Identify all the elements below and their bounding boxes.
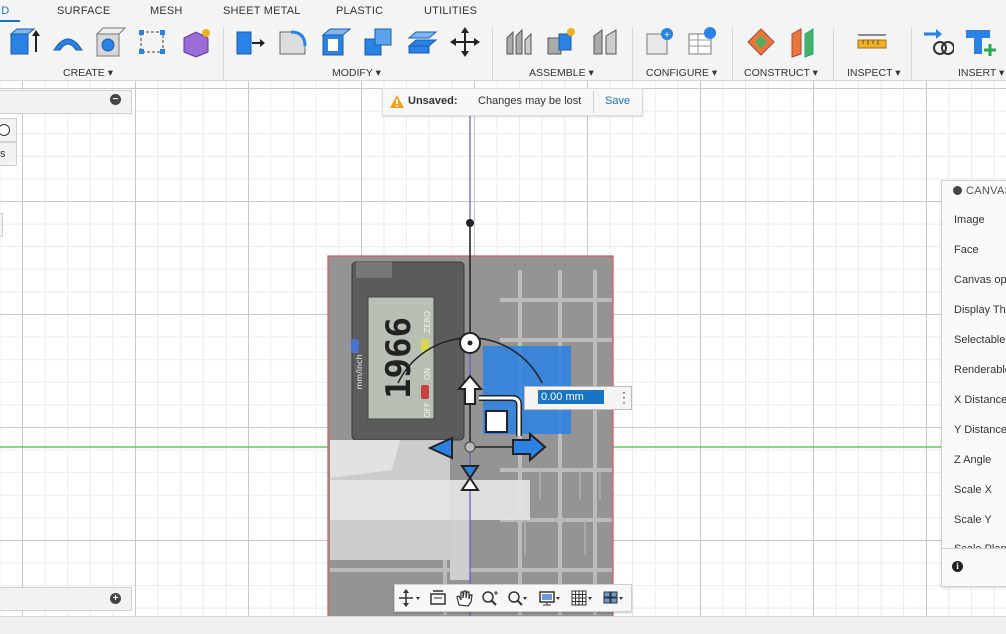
- caliper-display-text: 1966: [379, 317, 419, 399]
- unsaved-notification: Unsaved: Changes may be lost Save: [382, 88, 643, 116]
- browser-row-label: s: [0, 148, 6, 160]
- pivot-handle-icon: [466, 219, 474, 227]
- radio-icon[interactable]: [0, 124, 10, 136]
- tab-utilities[interactable]: UTILITIES: [424, 5, 477, 17]
- inspect-menu[interactable]: INSPECT ▾: [847, 67, 901, 79]
- canvas-settings-panel: CANVAS Image Face Canvas op Display Thr …: [941, 180, 1006, 587]
- browser-panel-header: −: [0, 90, 132, 114]
- orbit-icon[interactable]: [398, 589, 420, 607]
- status-bar: [0, 616, 1006, 634]
- as-built-joint-icon[interactable]: [590, 26, 622, 58]
- collapse-panel-button[interactable]: −: [110, 94, 121, 105]
- workspace-tabs: ID SURFACE MESH SHEET METAL PLASTIC UTIL…: [0, 0, 1006, 22]
- canvas-option-selectable[interactable]: Selectable: [954, 334, 1005, 346]
- canvas-option-display-through[interactable]: Display Thr: [954, 304, 1006, 316]
- look-at-icon[interactable]: [427, 589, 449, 607]
- manipulator-input-box: ⋮: [524, 386, 632, 410]
- hole-icon[interactable]: [95, 26, 127, 58]
- joint-icon[interactable]: [545, 26, 577, 58]
- canvas-option-image[interactable]: Image: [954, 214, 985, 226]
- save-link[interactable]: Save: [605, 95, 630, 107]
- canvas-scene[interactable]: 1966 mm/inch ZERO ON OFF: [0, 81, 1006, 616]
- configure-table-icon[interactable]: +: [644, 26, 676, 58]
- modify-menu[interactable]: MODIFY ▾: [332, 67, 381, 79]
- tab-mesh[interactable]: MESH: [150, 5, 183, 17]
- midplane-icon[interactable]: [789, 26, 821, 58]
- create-menu[interactable]: CREATE ▾: [63, 67, 113, 79]
- caliper-off-label: OFF: [423, 402, 432, 418]
- configure-menu[interactable]: CONFIGURE ▾: [646, 67, 717, 79]
- measure-icon[interactable]: [856, 26, 888, 58]
- separator: [593, 91, 594, 113]
- separator: [732, 28, 733, 80]
- browser-edge: [0, 213, 3, 237]
- insert-derive-icon[interactable]: [922, 26, 954, 58]
- display-settings-icon[interactable]: [538, 589, 560, 607]
- ribbon-toolbar: CREATE ▾ MODIFY ▾ ASSEMBLE ▾ + CONFIGURE…: [0, 22, 1006, 81]
- separator: [632, 28, 633, 80]
- separator: [492, 28, 493, 80]
- collapse-canvas-panel-icon[interactable]: [953, 186, 962, 195]
- canvas-option-opacity[interactable]: Canvas op: [954, 274, 1006, 286]
- tab-surface[interactable]: SURFACE: [57, 5, 110, 17]
- design-canvas[interactable]: 1966 mm/inch ZERO ON OFF 0.00 mm ⋮: [0, 81, 1006, 616]
- insert-mcmaster-icon[interactable]: [964, 26, 996, 58]
- canvas-option-scale-x[interactable]: Scale X: [954, 484, 992, 496]
- canvas-option-y-distance[interactable]: Y Distance: [954, 424, 1006, 436]
- combine-icon[interactable]: [363, 26, 395, 58]
- caliper-zero-label: ZERO: [423, 311, 432, 333]
- more-options-icon[interactable]: ⋮: [617, 388, 631, 406]
- offset-face-icon[interactable]: [406, 26, 438, 58]
- canvas-panel-title: CANVAS: [966, 185, 1006, 197]
- press-pull-icon[interactable]: [234, 26, 266, 58]
- viewports-icon[interactable]: [602, 589, 624, 607]
- shell-icon[interactable]: [320, 26, 352, 58]
- tab-sheet-metal[interactable]: SHEET METAL: [223, 5, 301, 17]
- new-component-icon[interactable]: [504, 26, 536, 58]
- svg-text:+: +: [664, 30, 671, 39]
- warning-icon: [390, 95, 404, 108]
- move-distance-input[interactable]: [538, 390, 604, 404]
- zoom-icon[interactable]: [479, 589, 501, 607]
- canvas-option-scale-y[interactable]: Scale Y: [954, 514, 992, 526]
- info-icon[interactable]: i: [952, 561, 963, 572]
- origin-point-icon: [464, 441, 476, 453]
- offset-plane-icon[interactable]: [745, 26, 777, 58]
- caliper-on-label: ON: [423, 368, 432, 380]
- plane-move-icon: [485, 410, 508, 433]
- unsaved-message: Changes may be lost: [478, 95, 582, 107]
- grid-snap-icon[interactable]: [570, 589, 592, 607]
- pan-hand-icon[interactable]: [453, 589, 475, 607]
- canvas-option-renderable[interactable]: Renderable: [954, 364, 1006, 376]
- fillet-icon[interactable]: [277, 26, 309, 58]
- expand-panel-button[interactable]: +: [110, 593, 121, 604]
- navigation-toolbar: [394, 584, 632, 612]
- assemble-menu[interactable]: ASSEMBLE ▾: [529, 67, 594, 79]
- tab-solid[interactable]: ID: [0, 5, 9, 17]
- comments-panel-header: +: [0, 587, 132, 611]
- move-icon[interactable]: [449, 26, 481, 58]
- canvas-option-z-angle[interactable]: Z Angle: [954, 454, 991, 466]
- insert-menu[interactable]: INSERT ▾: [958, 67, 1004, 79]
- caliper-unit-label: mm/inch: [355, 354, 364, 389]
- revolve-icon[interactable]: [52, 26, 84, 58]
- construct-menu[interactable]: CONSTRUCT ▾: [744, 67, 818, 79]
- separator: [833, 28, 834, 80]
- browser-row[interactable]: s: [0, 142, 17, 166]
- panel-footer: i: [942, 548, 1006, 586]
- separator: [911, 28, 912, 80]
- extrude-icon[interactable]: [8, 26, 40, 58]
- configure-rules-icon[interactable]: [686, 26, 718, 58]
- separator: [223, 28, 224, 80]
- tab-plastic[interactable]: PLASTIC: [336, 5, 383, 17]
- fit-zoom-icon[interactable]: [505, 589, 527, 607]
- unsaved-label: Unsaved:: [408, 95, 458, 107]
- canvas-option-face[interactable]: Face: [954, 244, 978, 256]
- browser-row[interactable]: [0, 118, 17, 142]
- form-icon[interactable]: [180, 26, 212, 58]
- canvas-option-x-distance[interactable]: X Distance: [954, 394, 1006, 406]
- sketch-rectangle-icon[interactable]: [137, 26, 169, 58]
